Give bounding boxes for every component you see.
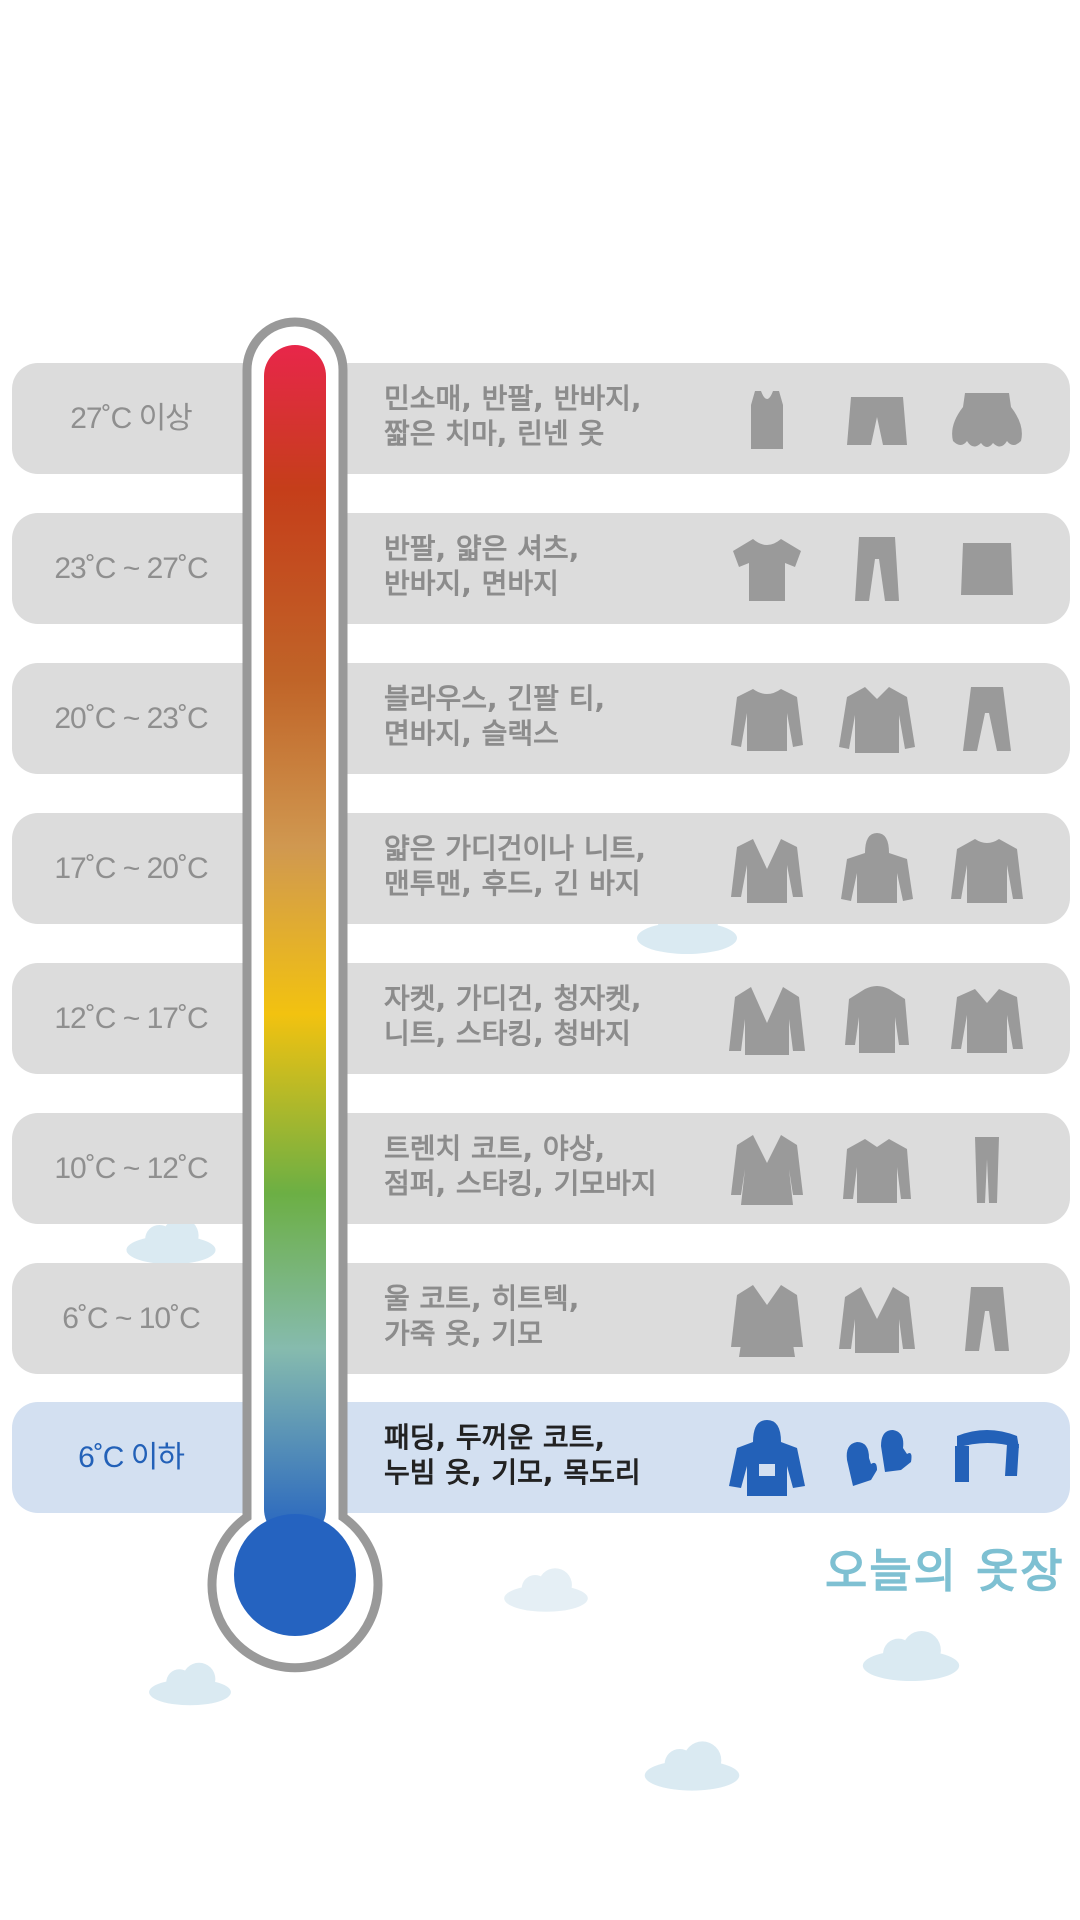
scarf-icon — [947, 1418, 1027, 1498]
blouse-icon — [837, 679, 917, 759]
hoodie-icon — [837, 829, 917, 909]
wool-coat-icon — [727, 1279, 807, 1359]
temperature-range: 20˚C ~ 23˚C — [54, 702, 208, 735]
temperature-range: 12˚C ~ 17˚C — [54, 1002, 208, 1035]
temperature-range: 6˚C 이하 — [78, 1441, 185, 1474]
clothing-description: 자켓, 가디건, 청자켓, 니트, 스타킹, 청바지 — [384, 982, 642, 1050]
temperature-range: 17˚C ~ 20˚C — [54, 852, 208, 885]
jacket-icon — [727, 979, 807, 1059]
clothing-icons — [727, 1418, 1027, 1498]
temperature-range: 6˚C ~ 10˚C — [62, 1302, 201, 1335]
clothing-description: 울 코트, 히트텍, 가죽 옷, 기모 — [384, 1282, 580, 1350]
temperature-row: 27˚C 이상 민소매, 반팔, 반바지, 짧은 치마, 린넨 옷 — [12, 363, 1070, 474]
clothing-icons — [727, 979, 1027, 1059]
padded-coat-icon — [727, 1418, 807, 1498]
field-jacket-icon — [837, 1129, 917, 1209]
clothing-description: 얇은 가디건이나 니트, 맨투맨, 후드, 긴 바지 — [384, 832, 646, 900]
cardigan-icon — [727, 829, 807, 909]
cloud-icon — [504, 1568, 588, 1612]
temperature-range: 23˚C ~ 27˚C — [54, 552, 208, 585]
temperature-range: 10˚C ~ 12˚C — [54, 1152, 208, 1185]
temperature-row: 6˚C ~ 10˚C 울 코트, 히트텍, 가죽 옷, 기모 — [12, 1263, 1070, 1374]
temperature-row: 10˚C ~ 12˚C 트렌치 코트, 야상, 점퍼, 스타킹, 기모바지 — [12, 1113, 1070, 1224]
skirt-icon — [947, 379, 1027, 459]
leggings-icon — [947, 1129, 1027, 1209]
page-title: 오늘의 옷장 — [825, 1544, 1065, 1598]
temperature-row: 20˚C ~ 23˚C 블라우스, 긴팔 티, 면바지, 슬랙스 — [12, 663, 1070, 774]
sleeveless-icon — [727, 379, 807, 459]
fleece-pants-icon — [947, 1279, 1027, 1359]
cotton-pants-icon — [837, 529, 917, 609]
tshirt-icon — [727, 529, 807, 609]
knit-icon — [947, 979, 1027, 1059]
clothing-icons — [727, 529, 1027, 609]
cloud-icon — [149, 1662, 231, 1706]
cloud-icon — [644, 1741, 740, 1791]
clothing-icons — [727, 1279, 1027, 1359]
clothing-description: 반팔, 얇은 셔츠, 반바지, 면바지 — [384, 532, 580, 600]
temperature-row: 17˚C ~ 20˚C 얇은 가디건이나 니트, 맨투맨, 후드, 긴 바지 — [12, 813, 1070, 924]
mittens-icon — [837, 1418, 917, 1498]
long-sleeve-icon — [727, 679, 807, 759]
short-skirt-icon — [947, 529, 1027, 609]
temperature-row: 23˚C ~ 27˚C 반팔, 얇은 셔츠, 반바지, 면바지 — [12, 513, 1070, 624]
slacks-icon — [947, 679, 1027, 759]
leather-jacket-icon — [837, 1279, 917, 1359]
clothing-icons — [727, 1129, 1027, 1209]
temperature-row: 6˚C 이하 패딩, 두꺼운 코트, 누빔 옷, 기모, 목도리 — [12, 1402, 1070, 1513]
clothing-icons — [727, 679, 1027, 759]
clothing-description: 블라우스, 긴팔 티, 면바지, 슬랙스 — [384, 682, 606, 750]
clothing-description: 민소매, 반팔, 반바지, 짧은 치마, 린넨 옷 — [384, 382, 642, 450]
clothing-icons — [727, 829, 1027, 909]
clothing-icons — [727, 379, 1027, 459]
temperature-row: 12˚C ~ 17˚C 자켓, 가디건, 청자켓, 니트, 스타킹, 청바지 — [12, 963, 1070, 1074]
temperature-range: 27˚C 이상 — [70, 402, 193, 435]
clothing-description: 패딩, 두꺼운 코트, 누빔 옷, 기모, 목도리 — [384, 1421, 641, 1489]
trench-coat-icon — [727, 1129, 807, 1209]
sweatshirt-icon — [947, 829, 1027, 909]
cloud-icon — [862, 1630, 960, 1682]
zip-jacket-icon — [837, 979, 917, 1059]
shorts-icon — [837, 379, 917, 459]
clothing-description: 트렌치 코트, 야상, 점퍼, 스타킹, 기모바지 — [384, 1132, 657, 1200]
